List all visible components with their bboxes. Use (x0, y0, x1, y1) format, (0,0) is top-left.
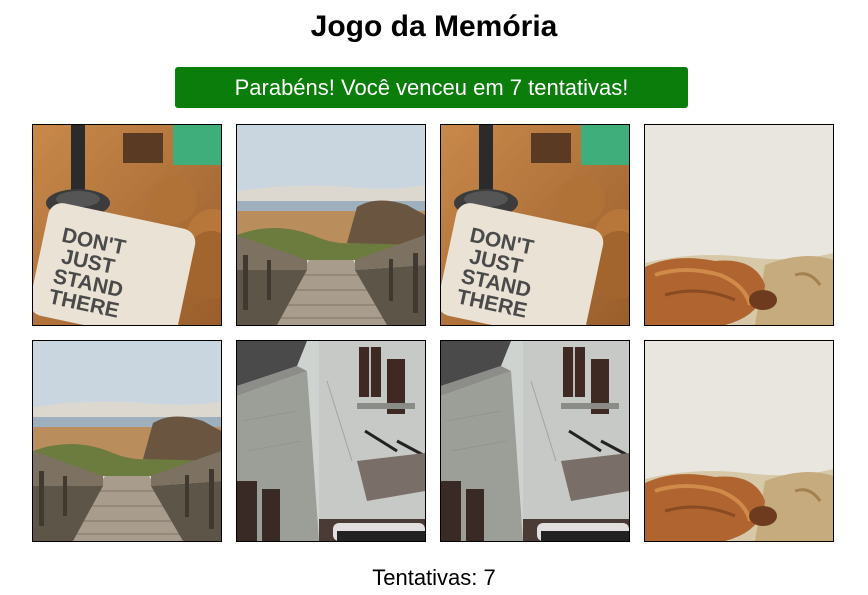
boardwalk-photo (33, 341, 221, 541)
memory-card-6[interactable] (236, 340, 426, 542)
memory-card-3[interactable]: DON'T JUST STAND THERE (440, 124, 630, 326)
memory-card-1[interactable]: DON'T JUST STAND THERE (32, 124, 222, 326)
card-grid: DON'T JUST STAND THERE DON'T JUST STAND … (32, 124, 834, 542)
old-building-photo (441, 341, 629, 541)
win-message-banner: Parabéns! Você venceu em 7 tentativas! (175, 67, 688, 108)
memory-card-8[interactable] (644, 340, 834, 542)
coaster-photo: DON'T JUST STAND THERE (441, 125, 629, 325)
highland-cow-photo (645, 341, 833, 541)
memory-card-7[interactable] (440, 340, 630, 542)
memory-card-2[interactable] (236, 124, 426, 326)
page-title: Jogo da Memória (310, 10, 558, 43)
coaster-photo: DON'T JUST STAND THERE (33, 125, 221, 325)
memory-card-5[interactable] (32, 340, 222, 542)
memory-card-4[interactable] (644, 124, 834, 326)
highland-cow-photo (645, 125, 833, 325)
win-message-text: Parabéns! Você venceu em 7 tentativas! (234, 74, 629, 100)
old-building-photo (237, 341, 425, 541)
boardwalk-photo (237, 125, 425, 325)
attempts-counter: Tentativas: 7 (372, 565, 496, 590)
